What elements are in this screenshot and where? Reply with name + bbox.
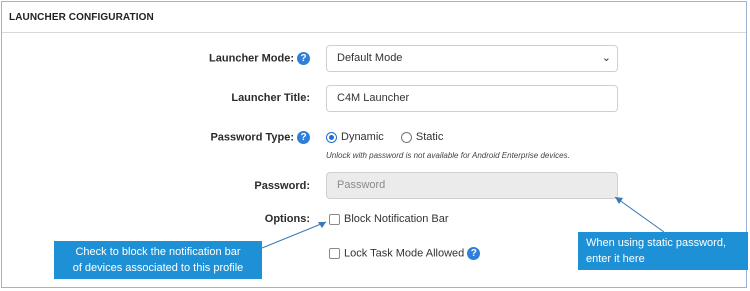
- callout-static-password: When using static password, enter it her…: [578, 232, 748, 270]
- password-label: Password:: [254, 180, 310, 192]
- launcher-mode-label: Launcher Mode:?: [209, 52, 310, 65]
- password-input[interactable]: Password: [326, 172, 618, 199]
- password-type-label: Password Type:?: [210, 131, 310, 144]
- section-header: LAUNCHER CONFIGURATION: [2, 2, 746, 33]
- help-icon[interactable]: ?: [467, 247, 481, 260]
- option-lock-task-mode[interactable]: Lock Task Mode Allowed?: [329, 247, 481, 260]
- password-type-note: Unlock with password is not available fo…: [326, 151, 570, 160]
- chevron-down-icon: ⌄: [601, 52, 611, 64]
- help-icon[interactable]: ?: [297, 131, 310, 144]
- section-title: LAUNCHER CONFIGURATION: [9, 12, 154, 23]
- radio-button-checked[interactable]: [326, 131, 337, 143]
- callout-block-notification: Check to block the notification bar of d…: [54, 241, 262, 279]
- launcher-title-input[interactable]: C4M Launcher: [326, 85, 618, 112]
- radio-button[interactable]: [400, 131, 412, 143]
- checkbox[interactable]: [329, 213, 340, 225]
- launcher-mode-select[interactable]: Default Mode ⌄: [326, 45, 618, 72]
- password-type-radio-group: Dynamic Static: [326, 131, 457, 143]
- option-block-notification-bar[interactable]: Block Notification Bar: [329, 213, 449, 225]
- launcher-title-label: Launcher Title:: [231, 92, 310, 104]
- help-icon[interactable]: ?: [297, 52, 310, 65]
- options-label: Options:: [264, 213, 310, 225]
- radio-static[interactable]: Static: [400, 131, 443, 143]
- radio-dynamic[interactable]: Dynamic: [326, 131, 384, 143]
- checkbox[interactable]: [329, 248, 340, 259]
